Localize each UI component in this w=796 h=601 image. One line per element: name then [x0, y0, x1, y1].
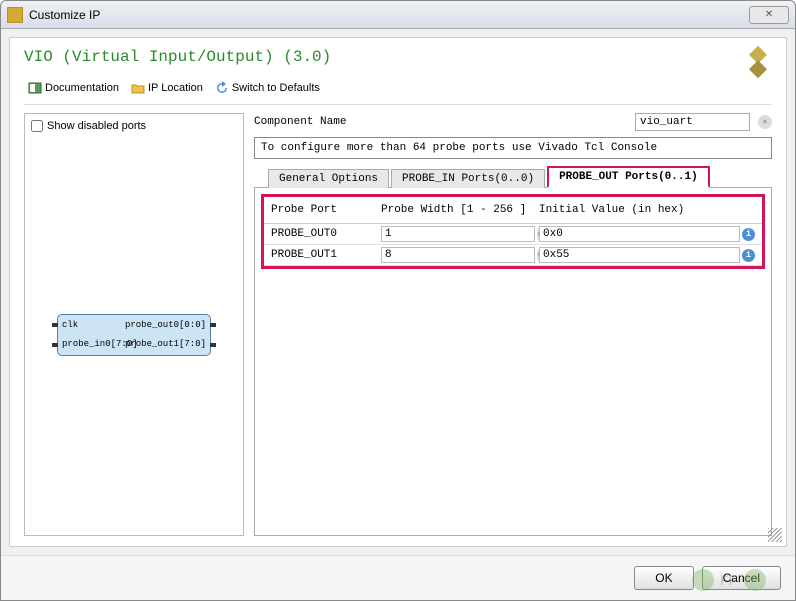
info-box: To configure more than 64 probe ports us…: [254, 137, 772, 159]
pin-icon: [210, 343, 216, 347]
col-initial-value: Initial Value (in hex): [536, 203, 758, 217]
ip-location-link[interactable]: IP Location: [127, 80, 207, 96]
block-diagram: clk probe_in0[7:0] probe_out0[0:0] probe…: [31, 140, 237, 529]
component-name-row: Component Name ✕: [254, 113, 772, 131]
initial-value-input[interactable]: [539, 247, 740, 263]
pin-icon: [52, 323, 58, 327]
col-probe-width: Probe Width [1 - 256 ]: [378, 203, 536, 217]
tab-content: Probe Port Probe Width [1 - 256 ] Initia…: [254, 188, 772, 536]
col-probe-port: Probe Port: [268, 203, 378, 217]
probe-width-input[interactable]: [381, 247, 535, 263]
window: Customize IP ✕ VIO (Virtual Input/Output…: [0, 0, 796, 601]
close-button[interactable]: ✕: [749, 6, 789, 24]
titlebar: Customize IP ✕: [1, 1, 795, 29]
book-icon: [28, 81, 42, 95]
refresh-icon: [215, 81, 229, 95]
table-row: PROBE_OUT1 ✕ i: [264, 245, 762, 266]
port-label: probe_out1[7:0]: [125, 340, 206, 349]
probe-port-name: PROBE_OUT1: [268, 248, 378, 262]
ip-title: VIO (Virtual Input/Output) (3.0): [24, 48, 772, 66]
show-disabled-ports-input[interactable]: [31, 120, 43, 132]
vendor-logo: [740, 44, 776, 80]
probe-out-table: Probe Port Probe Width [1 - 256 ] Initia…: [261, 194, 765, 269]
tab-probe-out-ports[interactable]: PROBE_OUT Ports(0..1): [547, 166, 710, 188]
port-label: clk: [62, 321, 78, 330]
right-pane: Component Name ✕ To configure more than …: [254, 113, 772, 536]
main-area: Show disabled ports clk probe_in0[7:0] p…: [24, 113, 772, 536]
pin-icon: [210, 323, 216, 327]
resize-grip-icon[interactable]: [768, 528, 782, 542]
show-disabled-ports-checkbox[interactable]: Show disabled ports: [31, 120, 237, 132]
content: VIO (Virtual Input/Output) (3.0) Documen…: [9, 37, 787, 547]
port-label: probe_out0[0:0]: [125, 321, 206, 330]
folder-icon: [131, 81, 145, 95]
probe-width-input[interactable]: [381, 226, 535, 242]
button-row: OK Cancel: [1, 555, 795, 600]
info-icon[interactable]: i: [742, 249, 755, 262]
probe-port-name: PROBE_OUT0: [268, 227, 378, 241]
component-name-label: Component Name: [254, 116, 346, 128]
left-pane: Show disabled ports clk probe_in0[7:0] p…: [24, 113, 244, 536]
table-header: Probe Port Probe Width [1 - 256 ] Initia…: [264, 197, 762, 224]
cancel-button[interactable]: Cancel: [702, 566, 781, 590]
toolbar: Documentation IP Location Switch to Defa…: [24, 76, 772, 105]
documentation-link[interactable]: Documentation: [24, 80, 123, 96]
initial-value-input[interactable]: [539, 226, 740, 242]
info-icon[interactable]: i: [742, 228, 755, 241]
component-name-input[interactable]: [635, 113, 750, 131]
close-icon: ✕: [765, 9, 773, 20]
tab-probe-in-ports[interactable]: PROBE_IN Ports(0..0): [391, 169, 545, 188]
window-title: Customize IP: [29, 8, 100, 22]
switch-defaults-link[interactable]: Switch to Defaults: [211, 80, 324, 96]
table-row: PROBE_OUT0 ✕ i: [264, 224, 762, 245]
tab-strip: General Options PROBE_IN Ports(0..0) PRO…: [254, 165, 772, 188]
clear-icon[interactable]: ✕: [758, 115, 772, 129]
tab-general-options[interactable]: General Options: [268, 169, 389, 188]
ip-block: clk probe_in0[7:0] probe_out0[0:0] probe…: [57, 314, 211, 356]
ok-button[interactable]: OK: [634, 566, 693, 590]
app-icon: [7, 7, 23, 23]
pin-icon: [52, 343, 58, 347]
